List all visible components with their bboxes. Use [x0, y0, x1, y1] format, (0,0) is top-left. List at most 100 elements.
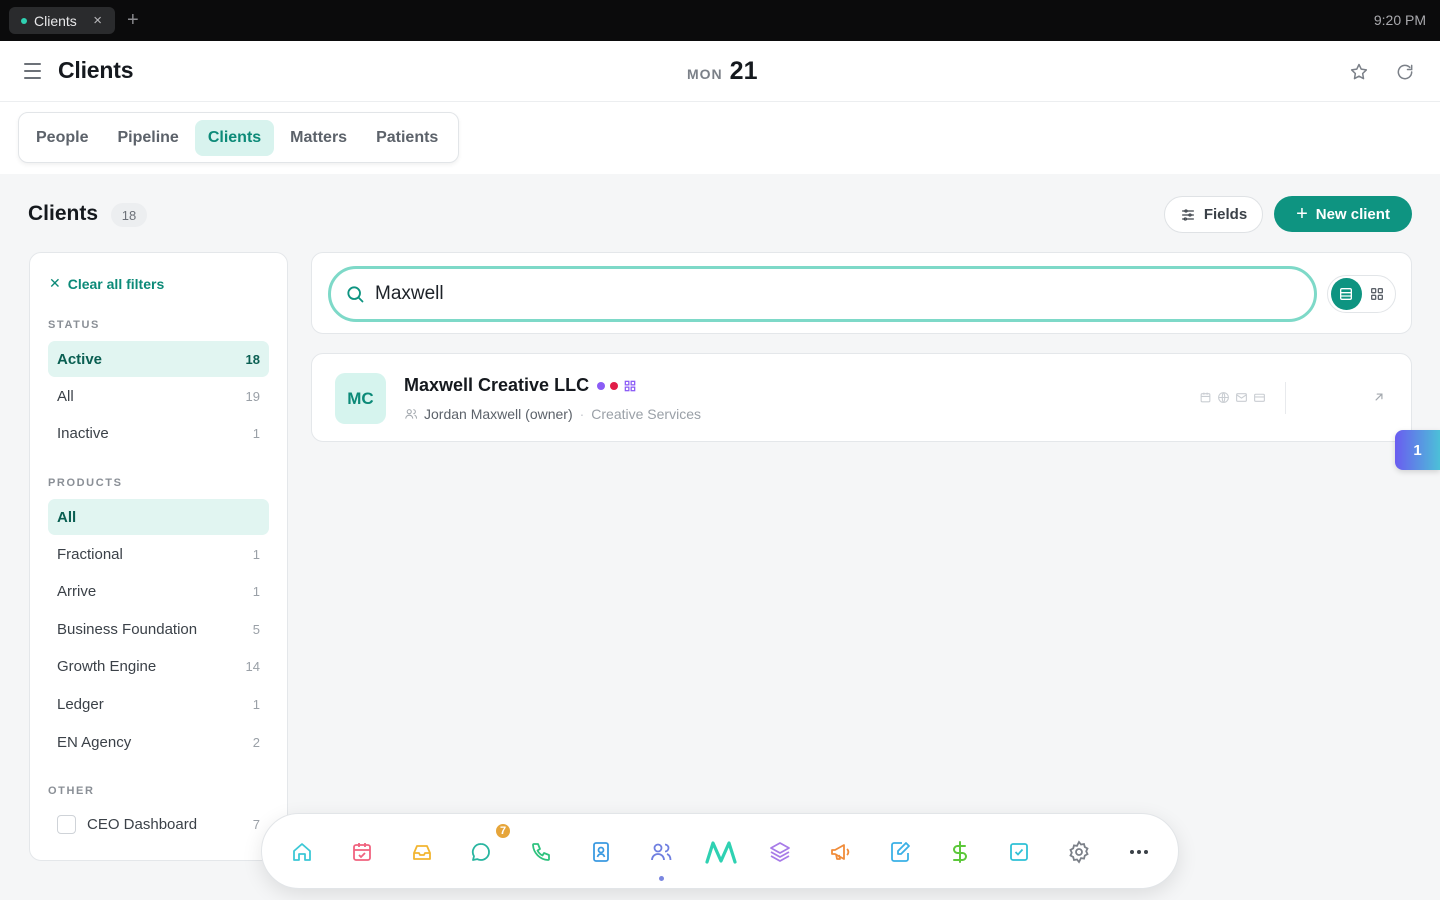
search-icon — [347, 286, 364, 303]
floating-count-badge[interactable]: 1 — [1395, 430, 1440, 470]
new-tab-button[interactable]: + — [127, 8, 139, 32]
page-title: Clients — [58, 57, 134, 83]
settings-icon[interactable] — [1066, 839, 1092, 865]
filter-product-fractional[interactable]: Fractional 1 — [48, 536, 269, 572]
client-name[interactable]: Maxwell Creative LLC — [404, 375, 589, 396]
filter-label: Inactive — [57, 424, 109, 442]
list-view-button[interactable] — [1331, 278, 1362, 310]
new-client-button[interactable]: + New client — [1274, 196, 1412, 232]
client-industry: Creative Services — [591, 406, 701, 422]
brand-logo-icon[interactable] — [704, 839, 738, 865]
filter-label: CEO Dashboard — [87, 815, 198, 833]
view-toggle — [1327, 275, 1396, 313]
client-card[interactable]: MC Maxwell Creative LLC Jordan Maxwell (… — [311, 353, 1412, 442]
new-client-label: New client — [1315, 205, 1390, 223]
filter-label: EN Agency — [57, 733, 132, 751]
ceo-dashboard-checkbox[interactable] — [57, 814, 76, 834]
filter-product-all[interactable]: All — [48, 499, 269, 535]
edit-document-icon[interactable] — [887, 839, 913, 865]
client-quick-icons — [1199, 391, 1271, 409]
card-icon[interactable] — [1253, 391, 1266, 409]
module-tabs: People Pipeline Clients Matters Patients — [18, 112, 460, 163]
filter-product-business-foundation[interactable]: Business Foundation 5 — [48, 611, 269, 647]
filter-label: Active — [57, 350, 103, 368]
apps-icon — [624, 380, 636, 392]
dollar-icon[interactable] — [947, 839, 973, 865]
client-owner: Jordan Maxwell (owner) — [424, 406, 573, 422]
search-panel — [311, 252, 1412, 334]
calendar-icon[interactable] — [1199, 391, 1212, 409]
globe-icon[interactable] — [1217, 391, 1230, 409]
contacts-icon[interactable] — [588, 839, 614, 865]
filter-count: 7 — [252, 816, 260, 832]
search-input[interactable] — [375, 283, 1275, 305]
other-heading: OTHER — [48, 785, 95, 797]
tab-matters[interactable]: Matters — [277, 120, 360, 156]
more-icon[interactable] — [1126, 839, 1152, 865]
tab-patients[interactable]: Patients — [363, 120, 451, 156]
filter-product-growth-engine[interactable]: Growth Engine 14 — [48, 648, 269, 684]
filter-count: 14 — [245, 658, 260, 674]
meta-separator: · — [579, 406, 585, 422]
filter-count: 1 — [252, 583, 260, 599]
card-divider — [1285, 382, 1286, 414]
plus-icon: + — [1296, 203, 1308, 225]
tab-people[interactable]: People — [23, 120, 101, 156]
filters-sidebar: ✕ Clear all filters STATUS Active 18 All… — [29, 252, 288, 861]
star-icon[interactable] — [1349, 62, 1369, 82]
filter-product-en-agency[interactable]: EN Agency 2 — [48, 724, 269, 760]
menu-icon[interactable] — [24, 63, 41, 79]
filter-count: 1 — [252, 546, 260, 562]
close-tab-icon[interactable]: × — [93, 12, 102, 29]
filter-status-all[interactable]: All 19 — [48, 378, 269, 414]
grid-view-button[interactable] — [1362, 278, 1393, 310]
client-count-badge: 18 — [111, 203, 147, 227]
filter-ceo-dashboard[interactable]: CEO Dashboard 7 — [48, 806, 269, 842]
inbox-icon[interactable] — [409, 839, 435, 865]
calendar-icon[interactable] — [349, 839, 375, 865]
filter-count: 1 — [252, 696, 260, 712]
chat-icon[interactable] — [468, 839, 494, 865]
filter-label: All — [57, 508, 77, 526]
clients-icon[interactable] — [648, 839, 674, 865]
filter-label: Ledger — [57, 695, 104, 713]
filter-status-active[interactable]: Active 18 — [48, 341, 269, 377]
filter-status-inactive[interactable]: Inactive 1 — [48, 415, 269, 451]
section-title: Clients — [28, 202, 99, 225]
filter-count: 1 — [252, 425, 260, 441]
purple-tag-dot — [597, 382, 605, 390]
clear-filters-label: Clear all filters — [67, 275, 165, 292]
filter-label: Fractional — [57, 545, 123, 563]
system-clock: 9:20 PM — [1373, 12, 1426, 28]
browser-tab-label: Clients — [34, 12, 77, 29]
module-tabs-bar: People Pipeline Clients Matters Patients — [0, 102, 1440, 174]
tasks-icon[interactable] — [1006, 839, 1032, 865]
megaphone-icon[interactable] — [827, 839, 853, 865]
active-indicator — [659, 876, 664, 881]
browser-tab[interactable]: Clients × — [9, 7, 115, 34]
fields-button[interactable]: Fields — [1164, 196, 1263, 233]
home-icon[interactable] — [289, 839, 315, 865]
mail-icon[interactable] — [1235, 391, 1248, 409]
filter-label: Arrive — [57, 582, 97, 600]
search-box — [328, 266, 1317, 322]
filter-label: All — [57, 387, 74, 405]
avatar: MC — [335, 373, 386, 424]
tab-clients[interactable]: Clients — [194, 119, 275, 156]
clear-filters-button[interactable]: ✕ Clear all filters — [49, 275, 164, 292]
app-dock: 7 — [261, 813, 1179, 889]
sliders-icon — [1181, 208, 1194, 221]
open-external-icon[interactable] — [1372, 390, 1386, 404]
filter-product-arrive[interactable]: Arrive 1 — [48, 573, 269, 609]
status-heading: STATUS — [48, 319, 100, 331]
filter-product-ledger[interactable]: Ledger 1 — [48, 686, 269, 722]
refresh-icon[interactable] — [1395, 62, 1415, 82]
tab-pipeline[interactable]: Pipeline — [104, 120, 191, 156]
phone-icon[interactable] — [528, 839, 554, 865]
grid-view-icon — [1370, 288, 1383, 300]
date-day-of-week: MON — [687, 66, 723, 82]
header-date: MON 21 — [687, 57, 757, 86]
products-heading: PRODUCTS — [48, 477, 123, 489]
layers-icon[interactable] — [767, 839, 793, 865]
app-header: Clients MON 21 — [0, 41, 1440, 102]
